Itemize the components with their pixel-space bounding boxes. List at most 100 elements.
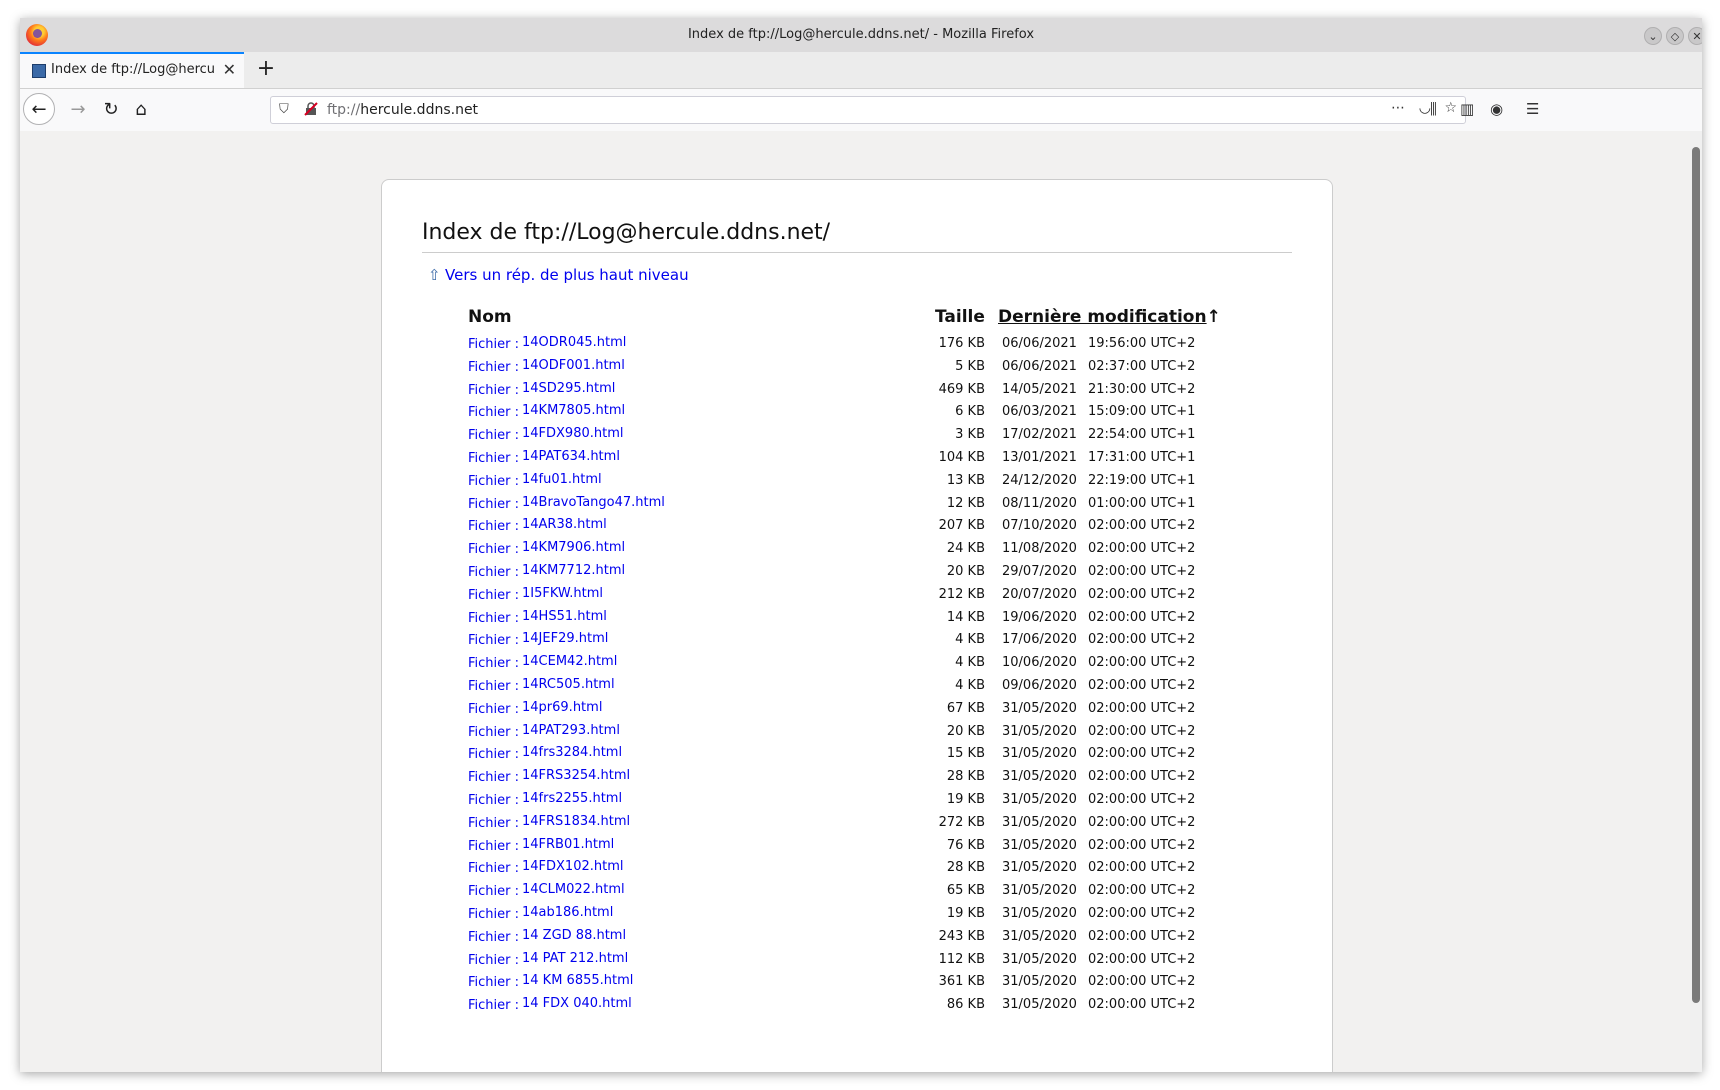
file-link[interactable]: 14frs2255.html <box>522 791 622 806</box>
file-time: 02:00:00 UTC+2 <box>1088 518 1196 534</box>
tab-bar: Index de ftp://Log@hercule ✕ + <box>20 52 1702 89</box>
account-icon[interactable]: ◉ <box>1490 100 1503 118</box>
file-link[interactable]: 14ab186.html <box>522 905 613 920</box>
file-time: 02:00:00 UTC+2 <box>1088 814 1196 830</box>
page-actions-icon[interactable]: ⋯ <box>1391 100 1405 116</box>
file-link[interactable]: 14 FDX 040.html <box>522 996 632 1011</box>
file-link[interactable]: 14PAT293.html <box>522 723 620 738</box>
file-size: 20 KB <box>946 723 985 739</box>
file-time: 02:00:00 UTC+2 <box>1088 997 1196 1013</box>
file-time: 02:00:00 UTC+2 <box>1088 541 1196 557</box>
file-time: 22:54:00 UTC+1 <box>1088 427 1196 443</box>
table-row: Fichier :14BravoTango47.html 12 KB 08/11/2… <box>382 495 1332 520</box>
scrollbar-thumb[interactable] <box>1692 147 1700 1003</box>
tab-close-icon[interactable]: ✕ <box>223 61 236 79</box>
file-link[interactable]: 14 ZGD 88.html <box>522 928 626 943</box>
file-link[interactable]: 14KM7712.html <box>522 563 625 578</box>
file-size: 14 KB <box>946 609 985 625</box>
file-link[interactable]: 1I5FKW.html <box>522 586 603 601</box>
file-link[interactable]: 14SD295.html <box>522 381 615 396</box>
table-row: Fichier :14 FDX 040.html 86 KB 31/05/2020 0… <box>382 996 1332 1021</box>
reload-button[interactable]: ↻ <box>96 95 126 125</box>
header-name[interactable]: Nom <box>468 307 512 327</box>
file-date: 31/05/2020 <box>1002 883 1077 899</box>
table-row: Fichier :14FDX980.html 3 KB 17/02/2021 22:5… <box>382 426 1332 451</box>
header-modified[interactable]: Dernière modification↑ <box>998 307 1221 327</box>
file-size: 20 KB <box>946 564 985 579</box>
tab-title: Index de ftp://Log@hercule <box>51 62 216 77</box>
file-link[interactable]: 14JEF29.html <box>522 631 608 646</box>
file-link[interactable]: 14HS51.html <box>522 609 607 624</box>
window-title: Index de ftp://Log@hercule.ddns.net/ - M… <box>687 27 1035 42</box>
file-link[interactable]: 14FRS1834.html <box>522 814 630 829</box>
file-link[interactable]: 14FRB01.html <box>522 837 614 852</box>
file-link[interactable]: 14FRS3254.html <box>522 768 630 783</box>
file-date: 06/03/2021 <box>1002 404 1077 420</box>
vertical-scrollbar[interactable] <box>1690 131 1702 1072</box>
file-link[interactable]: 14RC505.html <box>522 677 615 692</box>
file-link[interactable]: 14PAT634.html <box>522 449 620 464</box>
file-kind-label: Fichier : <box>468 724 519 740</box>
file-link[interactable]: 14KM7906.html <box>522 540 625 555</box>
file-kind-label: Fichier : <box>468 428 519 444</box>
file-link[interactable]: 14frs3284.html <box>522 745 622 760</box>
table-row: Fichier :14KM7906.html 24 KB 11/08/2020 02:… <box>382 540 1332 565</box>
minimize-button[interactable]: ⌄ <box>1644 27 1662 45</box>
table-row: Fichier :14 ZGD 88.html 243 KB 31/05/2020 0… <box>382 928 1332 953</box>
file-time: 02:00:00 UTC+2 <box>1088 564 1196 579</box>
parent-directory-link[interactable]: ⇧ Vers un rép. de plus haut niveau <box>428 266 689 284</box>
file-kind-label: Fichier : <box>468 747 519 763</box>
file-link[interactable]: 14BravoTango47.html <box>522 495 665 510</box>
file-link[interactable]: 14ODF001.html <box>522 358 625 373</box>
table-row: Fichier :14FRS3254.html 28 KB 31/05/2020 02… <box>382 768 1332 793</box>
table-row: Fichier :14frs3284.html 15 KB 31/05/2020 02… <box>382 745 1332 770</box>
file-kind-label: Fichier : <box>468 542 519 558</box>
url-bar[interactable]: ⛉ ftp://hercule.ddns.net ⋯ ◡ ☆ <box>270 96 1466 124</box>
file-date: 24/12/2020 <box>1002 472 1077 488</box>
close-window-button[interactable]: ✕ <box>1688 27 1702 45</box>
file-link[interactable]: 14fu01.html <box>522 472 602 487</box>
file-time: 19:56:00 UTC+2 <box>1088 336 1196 351</box>
file-link[interactable]: 14CEM42.html <box>522 654 617 669</box>
file-link[interactable]: 14CLM022.html <box>522 882 625 897</box>
new-tab-button[interactable]: + <box>252 55 280 83</box>
file-date: 31/05/2020 <box>1002 792 1077 807</box>
file-link[interactable]: 14 KM 6855.html <box>522 973 633 988</box>
file-time: 02:00:00 UTC+2 <box>1088 678 1196 693</box>
url-text[interactable]: ftp://hercule.ddns.net <box>327 102 478 118</box>
file-link[interactable]: 14FDX102.html <box>522 859 624 874</box>
directory-favicon-icon <box>32 64 46 78</box>
file-link[interactable]: 14 PAT 212.html <box>522 951 628 966</box>
header-size[interactable]: Taille <box>935 307 985 327</box>
file-kind-label: Fichier : <box>468 838 519 854</box>
file-link[interactable]: 14KM7805.html <box>522 403 625 418</box>
file-time: 02:00:00 UTC+2 <box>1088 974 1196 990</box>
bookmark-star-icon[interactable]: ☆ <box>1444 100 1457 116</box>
library-icon[interactable]: ⫼ <box>1430 100 1437 118</box>
file-kind-label: Fichier : <box>468 496 519 512</box>
file-date: 08/11/2020 <box>1002 495 1077 511</box>
forward-button[interactable]: → <box>63 95 93 125</box>
tracking-shield-icon[interactable]: ⛉ <box>279 102 289 117</box>
file-date: 31/05/2020 <box>1002 974 1077 990</box>
file-date: 31/05/2020 <box>1002 860 1077 876</box>
menu-icon[interactable]: ☰ <box>1526 100 1539 118</box>
file-kind-label: Fichier : <box>468 770 519 786</box>
home-button[interactable]: ⌂ <box>126 95 156 125</box>
tab-active[interactable]: Index de ftp://Log@hercule ✕ <box>20 52 244 88</box>
page-title: Index de ftp://Log@hercule.ddns.net/ <box>422 220 831 245</box>
maximize-button[interactable]: ◇ <box>1666 27 1684 45</box>
file-time: 01:00:00 UTC+1 <box>1088 495 1196 511</box>
back-button[interactable]: ← <box>23 93 55 125</box>
file-link[interactable]: 14pr69.html <box>522 700 602 715</box>
file-date: 19/06/2020 <box>1002 609 1077 625</box>
table-row: Fichier :14ODR045.html 176 KB 06/06/2021 19… <box>382 335 1332 360</box>
file-date: 31/05/2020 <box>1002 837 1077 853</box>
file-time: 02:00:00 UTC+2 <box>1088 951 1196 967</box>
file-link[interactable]: 14ODR045.html <box>522 335 626 350</box>
sidebar-icon[interactable]: ▥ <box>1460 100 1474 118</box>
file-kind-label: Fichier : <box>468 405 519 421</box>
insecure-connection-icon[interactable] <box>304 102 318 116</box>
file-link[interactable]: 14FDX980.html <box>522 426 624 441</box>
file-link[interactable]: 14AR38.html <box>522 517 607 532</box>
